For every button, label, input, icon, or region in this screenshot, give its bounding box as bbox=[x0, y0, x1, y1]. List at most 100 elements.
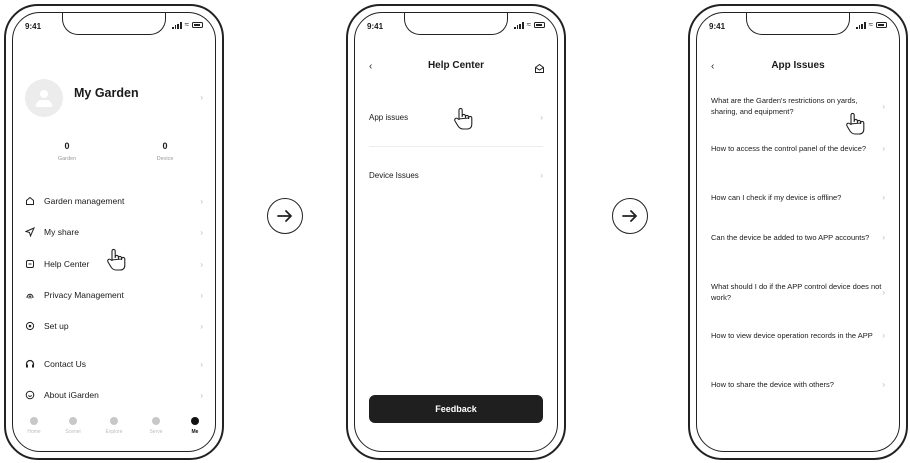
chevron-right-icon: › bbox=[540, 170, 543, 180]
stats: 0 Garden 0 Device bbox=[13, 141, 215, 171]
tab-scene[interactable]: Scenel bbox=[58, 417, 88, 435]
wifi-icon: ≈ bbox=[526, 20, 531, 29]
status-time: 9:41 bbox=[367, 22, 384, 31]
battery-icon bbox=[192, 22, 203, 28]
status-icons: ≈ bbox=[856, 21, 887, 29]
page-title: App Issues bbox=[771, 60, 825, 71]
screen: 9:41 ≈ My Garden › 0 Garden 0 Device Gar… bbox=[12, 12, 216, 452]
chevron-right-icon: › bbox=[200, 321, 203, 331]
tab-bar: Home Scenel Explore Serve Me bbox=[13, 417, 215, 445]
menu-item-about[interactable]: About iGarden › bbox=[25, 387, 203, 403]
heart-icon bbox=[152, 417, 160, 425]
menu-item-set-up[interactable]: Set up › bbox=[25, 318, 203, 334]
tab-serve[interactable]: Serve bbox=[141, 417, 171, 435]
home-icon bbox=[25, 196, 35, 206]
arrow-right-icon bbox=[612, 198, 648, 234]
menu-item-label: Help Center bbox=[44, 259, 90, 269]
question-row[interactable]: How to share the device with others? › bbox=[711, 379, 885, 390]
tab-label: Home bbox=[27, 429, 41, 435]
question-row[interactable]: How to access the control panel of the d… bbox=[711, 143, 885, 154]
hand-pointer-icon bbox=[107, 248, 126, 271]
row-device-issues[interactable]: Device Issues › bbox=[369, 155, 543, 195]
avatar bbox=[25, 79, 63, 117]
question-row[interactable]: How can I check if my device is offline?… bbox=[711, 192, 885, 203]
message-icon[interactable] bbox=[534, 61, 545, 79]
menu-item-label: Contact Us bbox=[44, 359, 87, 369]
help-icon bbox=[25, 259, 35, 269]
screen: 9:41 ≈ ‹ Help Center App issues › Device… bbox=[354, 12, 558, 452]
chevron-right-icon: › bbox=[882, 380, 885, 389]
chevron-right-icon: › bbox=[200, 196, 203, 206]
battery-icon bbox=[876, 22, 887, 28]
chevron-right-icon: › bbox=[882, 144, 885, 153]
tab-label: Explore bbox=[105, 429, 123, 435]
menu-item-label: Garden management bbox=[44, 196, 125, 206]
headset-icon bbox=[25, 359, 35, 369]
chevron-right-icon: › bbox=[882, 331, 885, 340]
stat-label: Garden bbox=[57, 156, 77, 162]
chevron-right-icon: › bbox=[200, 290, 203, 300]
row-label: App issues bbox=[369, 112, 409, 122]
explore-icon bbox=[110, 417, 118, 425]
profile-name: My Garden bbox=[74, 86, 139, 100]
status-icons: ≈ bbox=[514, 21, 545, 29]
notch bbox=[404, 13, 508, 35]
home-icon bbox=[30, 417, 38, 425]
status-icons: ≈ bbox=[172, 21, 203, 29]
fingerprint-icon bbox=[25, 290, 35, 300]
menu-item-label: Privacy Management bbox=[44, 290, 124, 300]
chevron-right-icon: › bbox=[200, 359, 203, 369]
info-icon bbox=[25, 390, 35, 400]
battery-icon bbox=[534, 22, 545, 28]
stat-label: Device bbox=[156, 156, 174, 162]
chevron-right-icon: › bbox=[882, 101, 885, 111]
question-text: How can I check if my device is offline? bbox=[711, 193, 842, 202]
feedback-button[interactable]: Feedback bbox=[369, 395, 543, 423]
signal-icon bbox=[514, 21, 524, 29]
chevron-right-icon: › bbox=[882, 287, 885, 297]
profile-card[interactable]: My Garden › bbox=[25, 79, 203, 123]
tab-label: Scenel bbox=[65, 429, 81, 435]
question-text: How to access the control panel of the d… bbox=[711, 144, 867, 153]
menu-item-my-share[interactable]: My share › bbox=[25, 224, 203, 240]
menu-item-privacy-management[interactable]: Privacy Management › bbox=[25, 287, 203, 303]
stat-garden[interactable]: 0 Garden bbox=[37, 141, 97, 162]
tab-label: Me bbox=[191, 429, 199, 435]
settings-icon bbox=[25, 321, 35, 331]
signal-icon bbox=[172, 21, 182, 29]
hand-pointer-icon bbox=[454, 107, 473, 130]
status-time: 9:41 bbox=[25, 22, 42, 31]
menu-item-contact-us[interactable]: Contact Us › bbox=[25, 356, 203, 372]
phone-screen-help-center: 9:41 ≈ ‹ Help Center App issues › Device… bbox=[346, 4, 566, 460]
menu-item-label: About iGarden bbox=[44, 390, 99, 400]
question-row[interactable]: Can the device be added to two APP accou… bbox=[711, 232, 885, 243]
menu-item-label: Set up bbox=[44, 321, 69, 331]
wifi-icon: ≈ bbox=[184, 20, 189, 29]
tab-home[interactable]: Home bbox=[19, 417, 49, 435]
question-text: How to view device operation records in … bbox=[711, 331, 873, 340]
menu-item-garden-management[interactable]: Garden management › bbox=[25, 193, 203, 209]
arrow-right-icon bbox=[267, 198, 303, 234]
question-row[interactable]: How to view device operation records in … bbox=[711, 330, 885, 341]
chevron-right-icon: › bbox=[200, 390, 203, 400]
scene-icon bbox=[69, 417, 77, 425]
tab-me[interactable]: Me bbox=[180, 417, 210, 435]
row-label: Device Issues bbox=[369, 170, 419, 180]
menu-item-label: My share bbox=[44, 227, 79, 237]
stat-device[interactable]: 0 Device bbox=[135, 141, 195, 162]
chevron-right-icon: › bbox=[882, 233, 885, 242]
chevron-right-icon: › bbox=[200, 93, 203, 102]
question-text: What should I do if the APP control devi… bbox=[711, 282, 882, 302]
stat-value: 0 bbox=[64, 141, 70, 151]
divider bbox=[369, 146, 543, 147]
phone-screen-app-issues: 9:41 ≈ ‹ App Issues What are the Garden'… bbox=[688, 4, 908, 460]
chevron-right-icon: › bbox=[540, 112, 543, 122]
notch bbox=[62, 13, 166, 35]
chevron-right-icon: › bbox=[200, 227, 203, 237]
status-time: 9:41 bbox=[709, 22, 726, 31]
hand-pointer-icon bbox=[846, 112, 865, 135]
tab-explore[interactable]: Explore bbox=[99, 417, 129, 435]
stat-value: 0 bbox=[162, 141, 168, 151]
notch bbox=[746, 13, 850, 35]
question-row[interactable]: What should I do if the APP control devi… bbox=[711, 281, 885, 303]
